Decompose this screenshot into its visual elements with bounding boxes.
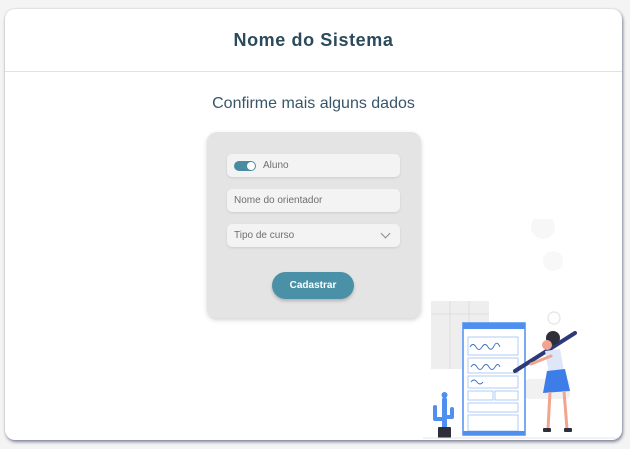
header: Nome do Sistema	[5, 9, 622, 72]
student-toggle-label: Aluno	[263, 160, 289, 171]
register-button[interactable]: Cadastrar	[272, 272, 354, 299]
form-heading: Confirme mais alguns dados	[212, 95, 415, 112]
app-window: Nome do Sistema Confirme mais alguns dad…	[5, 9, 622, 440]
student-toggle-field[interactable]: Aluno	[227, 154, 400, 177]
toggle-switch-icon[interactable]	[234, 160, 256, 171]
course-type-placeholder: Tipo de curso	[234, 230, 295, 241]
form-card: Aluno Nome do orientador Tipo de curso C…	[207, 132, 421, 318]
chevron-down-icon[interactable]	[380, 228, 391, 239]
advisor-name-placeholder: Nome do orientador	[234, 195, 323, 206]
course-type-select[interactable]: Tipo de curso	[227, 224, 400, 247]
app-title: Nome do Sistema	[233, 29, 394, 50]
advisor-name-input[interactable]: Nome do orientador	[227, 189, 400, 212]
woman-drawing-form-illustration	[423, 219, 618, 439]
